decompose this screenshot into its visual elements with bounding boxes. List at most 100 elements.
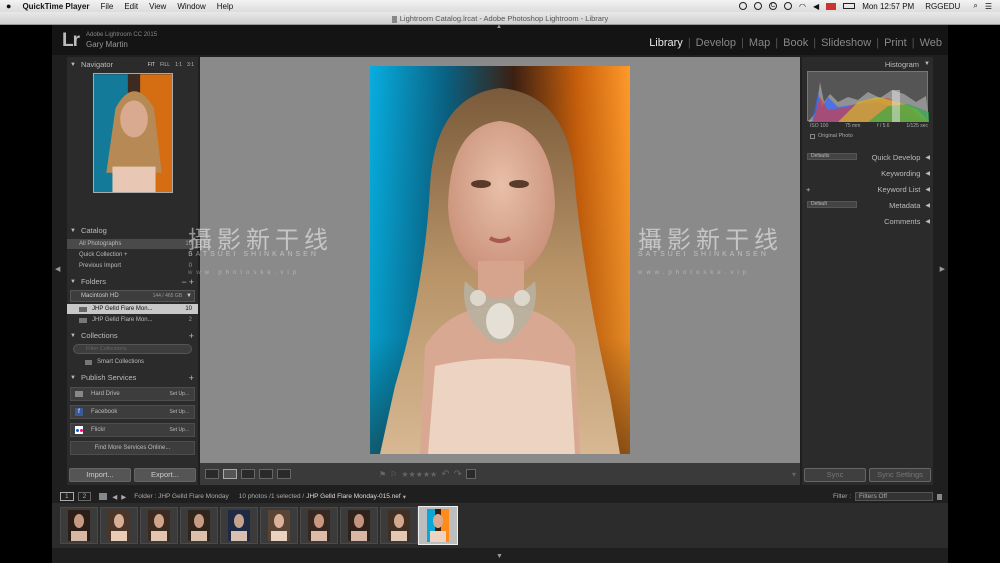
publish-flickr[interactable]: Flickr Set Up... (70, 423, 195, 437)
filmstrip-thumb[interactable] (140, 507, 178, 544)
zoom-fill[interactable]: FILL (160, 62, 170, 68)
catalog-item[interactable]: Quick Collection +0 (67, 250, 198, 260)
expand-icon[interactable]: ◀ (925, 154, 930, 161)
loupe-view-icon[interactable] (223, 469, 237, 479)
spotlight-icon[interactable]: ⌕ (973, 1, 977, 11)
menu-app[interactable]: QuickTime Player (22, 2, 89, 11)
zoom-3-1[interactable]: 3:1 (187, 62, 194, 68)
menu-window[interactable]: Window (177, 2, 205, 11)
module-develop[interactable]: Develop (694, 37, 738, 49)
metadata-preset-select[interactable]: Default (807, 201, 857, 208)
filmstrip-thumb[interactable] (260, 507, 298, 544)
apple-icon[interactable]: ● (6, 1, 11, 11)
rotate-right-icon[interactable]: ↷ (454, 469, 462, 480)
wifi-icon[interactable]: ◠ (799, 2, 806, 11)
top-panel-toggle-icon[interactable]: ▲ (496, 24, 502, 30)
folder-item[interactable]: JHP Gelld Flare Mon... 2 (67, 315, 198, 325)
selected-file[interactable]: JHP Gelld Flare Monday-015.nef (306, 493, 401, 500)
filmstrip-thumb[interactable] (180, 507, 218, 544)
add-service-icon[interactable]: + (189, 373, 194, 383)
menu-view[interactable]: View (149, 2, 166, 11)
volume-bar[interactable]: Macintosh HD 144 / 465 GB ▼ (70, 290, 195, 302)
expand-icon[interactable]: ◀ (925, 218, 930, 225)
filmstrip-thumb[interactable] (340, 507, 378, 544)
histogram-header[interactable]: Histogram ▼ (802, 57, 933, 71)
menu-help[interactable]: Help (217, 2, 233, 11)
lock-icon[interactable] (937, 493, 942, 500)
catalog-item[interactable]: All Photographs 10 (67, 239, 198, 249)
add-keyword-icon[interactable]: + (806, 185, 810, 194)
folder-path[interactable]: Folder : JHP Gelld Flare Monday (134, 493, 229, 500)
c-icon[interactable]: C (769, 2, 778, 10)
filmstrip-thumb[interactable] (100, 507, 138, 544)
export-button[interactable]: Export... (134, 468, 196, 482)
expand-icon[interactable]: ◀ (925, 202, 930, 209)
collapse-icon[interactable]: ▼ (70, 279, 76, 285)
flag-icon[interactable] (826, 2, 837, 10)
original-photo-toggle[interactable]: Original Photo (810, 133, 853, 139)
add-collection-icon[interactable]: + (189, 331, 194, 341)
publish-hard-drive[interactable]: Hard Drive Set Up... (70, 387, 195, 401)
volume-icon[interactable]: ◀ (813, 2, 819, 11)
collapse-icon[interactable]: ▼ (70, 228, 76, 234)
page-2-button[interactable]: 2 (77, 492, 92, 501)
back-arrow-icon[interactable]: ◀ (112, 493, 117, 501)
module-slideshow[interactable]: Slideshow (819, 37, 873, 49)
grid-icon[interactable] (99, 493, 108, 500)
filmstrip-thumb[interactable] (300, 507, 338, 544)
filmstrip-thumb[interactable] (60, 507, 98, 544)
grid-view-icon[interactable] (205, 469, 219, 479)
zoom-1-1[interactable]: 1:1 (175, 62, 182, 68)
collapse-icon[interactable]: ▼ (70, 333, 76, 339)
filter-select[interactable]: Filters Off (855, 492, 933, 501)
module-print[interactable]: Print (882, 37, 909, 49)
navigator-preview[interactable] (93, 73, 173, 193)
flag-reject-icon[interactable]: ⚐ (390, 470, 397, 479)
module-book[interactable]: Book (781, 37, 810, 49)
left-panel-toggle-icon[interactable]: ◀ (55, 265, 60, 273)
flag-pick-icon[interactable]: ⚑ (379, 470, 386, 479)
module-web[interactable]: Web (918, 37, 944, 49)
keyword-list-header[interactable]: + Keyword List ◀ (802, 182, 933, 196)
collapse-icon[interactable]: ▼ (70, 62, 76, 68)
toolbar-menu-icon[interactable]: ▾ (792, 470, 796, 479)
add-folder-icon[interactable]: + (189, 277, 194, 287)
comments-header[interactable]: Comments ◀ (802, 214, 933, 228)
zoom-fit[interactable]: FIT (148, 62, 156, 68)
user-name[interactable]: RGGEDU (925, 2, 960, 11)
setup-link[interactable]: Set Up... (170, 427, 189, 433)
filmstrip-thumb[interactable] (220, 507, 258, 544)
main-photo[interactable] (370, 66, 630, 454)
keywording-header[interactable]: Keywording ◀ (802, 166, 933, 180)
filmstrip-thumb-selected[interactable] (418, 506, 458, 545)
loupe-view[interactable]: 攝影新干线 SATSUEI SHINKANSEN www.photoske.vi… (188, 57, 800, 463)
page-1-button[interactable]: 1 (60, 492, 74, 501)
expand-icon[interactable]: ◀ (925, 170, 930, 177)
crop-overlay-icon[interactable] (465, 469, 476, 479)
clock[interactable]: Mon 12:57 PM (862, 2, 914, 11)
histogram-graph[interactable] (807, 71, 929, 122)
right-panel-toggle-icon[interactable]: ▶ (940, 265, 945, 273)
setup-link[interactable]: Set Up... (170, 391, 189, 397)
chevron-down-icon[interactable]: ▼ (186, 293, 192, 299)
expand-icon[interactable]: ◀ (925, 186, 930, 193)
menu-edit[interactable]: Edit (124, 2, 138, 11)
checkbox-icon[interactable] (810, 133, 815, 139)
chevron-down-icon[interactable]: ▾ (403, 493, 406, 501)
notification-icon[interactable]: ☰ (985, 2, 992, 11)
people-view-icon[interactable] (277, 469, 291, 479)
sync-settings-button[interactable]: Sync Settings (869, 468, 931, 482)
filmstrip-thumb[interactable] (380, 507, 418, 544)
forward-arrow-icon[interactable]: ▶ (121, 493, 126, 501)
minus-icon[interactable]: − (181, 277, 186, 287)
import-button[interactable]: Import... (69, 468, 131, 482)
battery-icon[interactable] (843, 3, 856, 9)
catalog-header[interactable]: ▼ Catalog (67, 225, 198, 236)
collapse-icon[interactable]: ▼ (70, 375, 76, 381)
sync-icon[interactable] (784, 2, 793, 10)
collection-filter-input[interactable]: Filter Collections (73, 344, 192, 354)
sync-button[interactable]: Sync (804, 468, 866, 482)
folders-header[interactable]: ▼ Folders − + (67, 276, 198, 287)
navigator-header[interactable]: ▼ Navigator FIT FILL 1:1 3:1 (67, 59, 198, 70)
folder-item[interactable]: JHP Gelld Flare Mon... 10 (67, 304, 198, 314)
